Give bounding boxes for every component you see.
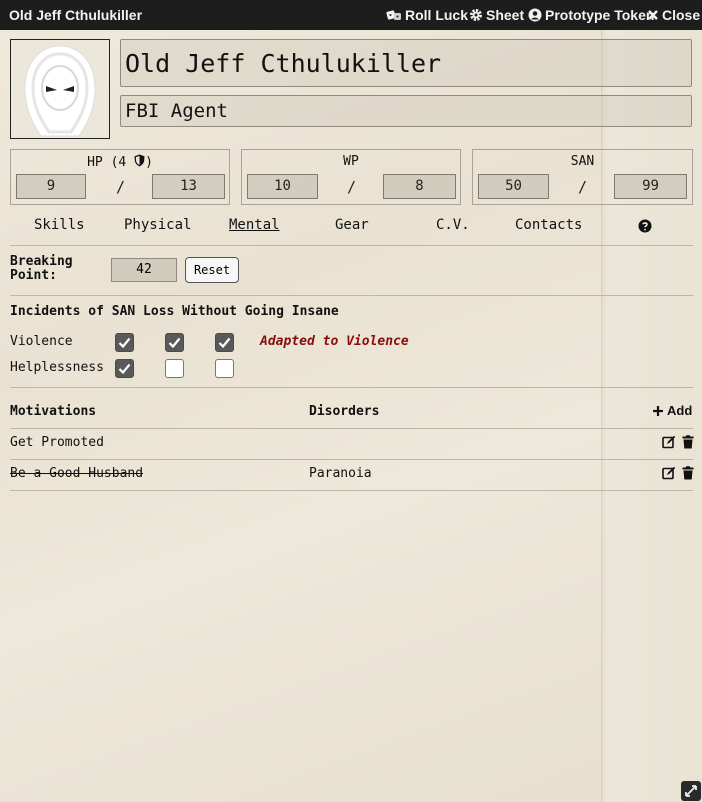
violence-label: Violence (10, 334, 73, 349)
wp-current-input[interactable]: 10 (247, 174, 318, 199)
tab-cv[interactable]: C.V. (436, 217, 470, 233)
san-current-input[interactable]: 50 (478, 174, 549, 199)
san-max-input[interactable]: 99 (614, 174, 687, 199)
window-titlebar[interactable]: Old Jeff Cthulukiller Roll Luck Sheet Pr… (0, 0, 702, 30)
helplessness-checkbox-3[interactable] (215, 359, 234, 378)
sheet-tabs: Skills Physical Mental Gear C.V. Contact… (10, 213, 693, 246)
san-separator: / (578, 178, 588, 196)
checkmark-icon (168, 337, 181, 349)
hp-separator: / (116, 178, 126, 196)
plus-icon (653, 405, 663, 416)
prototype-token-button[interactable]: Prototype Token (528, 7, 654, 23)
divider (10, 490, 693, 491)
tab-mental[interactable]: Mental (229, 217, 280, 233)
motivation-2[interactable]: Be a Good Husband (10, 466, 143, 481)
hp-label-text: HP (4 (87, 155, 127, 170)
tab-skills[interactable]: Skills (34, 217, 85, 233)
hooded-figure-icon (24, 45, 96, 137)
edit-icon[interactable] (662, 466, 676, 480)
sheet-button[interactable]: Sheet (469, 7, 524, 23)
helplessness-checkbox-2[interactable] (165, 359, 184, 378)
divider (10, 387, 693, 388)
checkmark-icon (118, 337, 131, 349)
checkmark-icon (118, 363, 131, 375)
sheet-label: Sheet (486, 7, 525, 23)
breaking-point-label-line1: Breaking (10, 254, 73, 269)
wp-max-input[interactable]: 8 (383, 174, 456, 199)
resize-icon (685, 785, 697, 797)
close-label: Close (662, 7, 701, 23)
reset-button[interactable]: Reset (185, 257, 239, 283)
divider (10, 459, 693, 460)
tab-contacts[interactable]: Contacts (515, 217, 582, 233)
hp-box: HP (4 ) 9 / 13 (10, 149, 230, 205)
roll-luck-label: Roll Luck (405, 7, 469, 23)
hp-current-input[interactable]: 9 (16, 174, 86, 199)
add-motivation-button[interactable]: Add (652, 403, 692, 418)
close-button[interactable]: Close (647, 7, 700, 23)
gear-icon (470, 9, 482, 21)
hp-label: HP (4 ) (87, 154, 153, 170)
helplessness-checkbox-1[interactable] (115, 359, 134, 378)
occupation-input[interactable]: FBI Agent (120, 95, 692, 127)
incidents-title: Incidents of SAN Loss Without Going Insa… (10, 304, 339, 319)
shield-icon (134, 154, 145, 167)
character-portrait[interactable] (10, 39, 110, 139)
breaking-point-label-line2: Point: (10, 268, 57, 283)
adapted-to-violence-text: Adapted to Violence (260, 334, 409, 349)
character-sheet-window: Old Jeff Cthulukiller Roll Luck Sheet Pr… (0, 0, 702, 802)
divider (10, 428, 693, 429)
san-label: SAN (570, 154, 595, 169)
wp-box: WP 10 / 8 (241, 149, 461, 205)
violence-checkbox-2[interactable] (165, 333, 184, 352)
add-label: Add (667, 403, 693, 418)
wp-label: WP (343, 154, 359, 169)
tab-gear[interactable]: Gear (335, 217, 369, 233)
dice-icon (386, 10, 401, 20)
prototype-token-label: Prototype Token (545, 7, 655, 23)
violence-checkbox-3[interactable] (215, 333, 234, 352)
edit-icon[interactable] (662, 435, 676, 449)
trash-icon[interactable] (681, 466, 695, 480)
divider (10, 295, 693, 296)
san-box: SAN 50 / 99 (472, 149, 693, 205)
help-icon[interactable] (638, 219, 652, 233)
motivations-header: Motivations (10, 404, 97, 419)
trash-icon[interactable] (681, 435, 695, 449)
tab-physical[interactable]: Physical (124, 217, 191, 233)
checkmark-icon (218, 337, 231, 349)
window-title: Old Jeff Cthulukiller (9, 7, 143, 23)
user-circle-icon (528, 8, 542, 22)
disorders-header: Disorders (309, 404, 380, 419)
violence-checkbox-1[interactable] (115, 333, 134, 352)
character-name-input[interactable]: Old Jeff Cthulukiller (120, 39, 692, 87)
breaking-point-label: Breaking Point: (10, 255, 73, 283)
close-icon (648, 10, 658, 20)
hp-max-input[interactable]: 13 (152, 174, 225, 199)
helplessness-label: Helplessness (10, 360, 104, 375)
roll-luck-button[interactable]: Roll Luck (386, 7, 468, 23)
wp-separator: / (347, 178, 357, 196)
motivation-1[interactable]: Get Promoted (10, 435, 104, 450)
breaking-point-input[interactable]: 42 (111, 258, 177, 282)
resize-handle[interactable] (681, 781, 701, 801)
disorder-2[interactable]: Paranoia (309, 466, 372, 481)
